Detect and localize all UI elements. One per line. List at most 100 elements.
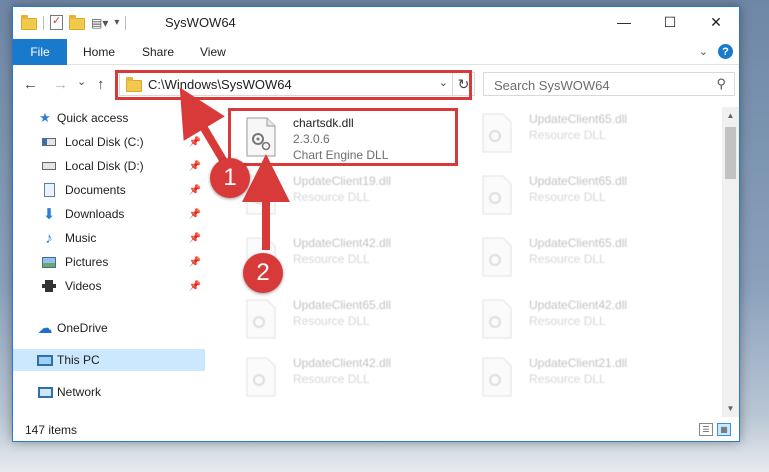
dll-file-icon bbox=[482, 237, 512, 277]
tab-file[interactable]: File bbox=[13, 39, 67, 65]
tab-home[interactable]: Home bbox=[83, 45, 115, 59]
search-box[interactable]: Search SysWOW64 ⚲ bbox=[483, 72, 735, 96]
file-description: Resource DLL bbox=[529, 372, 606, 386]
refresh-button[interactable]: ↻ bbox=[452, 72, 474, 96]
file-name: UpdateClient42.dll bbox=[293, 236, 392, 250]
address-dropdown-icon[interactable]: ⌄ bbox=[439, 76, 448, 89]
scroll-thumb[interactable] bbox=[725, 127, 736, 179]
sidebar-item-local-disk-d[interactable]: Local Disk (D:) 📌 bbox=[13, 155, 207, 177]
dll-file-icon bbox=[482, 113, 512, 153]
pin-icon[interactable]: 📌 bbox=[189, 185, 201, 196]
new-folder-icon[interactable] bbox=[69, 14, 85, 30]
chevron-down-icon[interactable]: ⌄ bbox=[699, 45, 708, 58]
dll-file-icon bbox=[246, 237, 276, 277]
file-name: UpdateClient19.dll bbox=[293, 174, 392, 188]
file-tile[interactable]: UpdateClient65.dll Resource DLL bbox=[471, 107, 707, 159]
documents-icon bbox=[41, 182, 57, 198]
sidebar-item-label: Quick access bbox=[57, 111, 129, 125]
item-count: 147 items bbox=[25, 423, 78, 437]
file-name: UpdateClient21.dll bbox=[529, 356, 628, 370]
recent-locations-button[interactable]: ⌄ bbox=[77, 75, 86, 88]
vertical-scrollbar[interactable]: ▲ ▼ bbox=[722, 107, 739, 417]
file-tile[interactable]: UpdateClient65.dll Resource DLL bbox=[471, 169, 707, 221]
search-icon[interactable]: ⚲ bbox=[716, 76, 726, 92]
file-tile[interactable]: UpdateClient42.dll Resource DLL bbox=[235, 351, 471, 403]
file-tile[interactable]: UpdateClient42.dll Resource DLL bbox=[471, 293, 707, 345]
videos-icon bbox=[41, 278, 57, 294]
quick-access-toolbar: ▤▾ ▾ bbox=[21, 14, 127, 30]
sidebar-item-documents[interactable]: Documents 📌 bbox=[13, 179, 207, 201]
file-description: Resource DLL bbox=[529, 190, 606, 204]
pin-icon[interactable]: 📌 bbox=[189, 161, 201, 172]
explorer-window: ▤▾ ▾ SysWOW64 — ☐ ✕ File Home Share View… bbox=[12, 6, 740, 442]
navigation-pane: ★ Quick access Local Disk (C:) 📌 Local D… bbox=[13, 103, 209, 417]
customize-toolbar-icon[interactable]: ▾ bbox=[114, 17, 119, 28]
music-icon: ♪ bbox=[45, 229, 53, 247]
sidebar-item-this-pc[interactable]: This PC bbox=[13, 349, 205, 371]
file-tile[interactable]: UpdateClient65.dll Resource DLL bbox=[471, 231, 707, 283]
sidebar-item-downloads[interactable]: ⬇ Downloads 📌 bbox=[13, 203, 207, 225]
file-name: UpdateClient42.dll bbox=[293, 356, 392, 370]
forward-button[interactable]: → bbox=[53, 76, 68, 93]
sidebar-item-quick-access[interactable]: ★ Quick access bbox=[13, 107, 207, 129]
window-controls: — ☐ ✕ bbox=[601, 7, 739, 37]
minimize-button[interactable]: — bbox=[601, 7, 647, 37]
sidebar-item-label: Music bbox=[65, 231, 97, 245]
properties-icon[interactable] bbox=[50, 14, 63, 30]
sidebar-item-music[interactable]: ♪ Music 📌 bbox=[13, 227, 207, 249]
file-name: UpdateClient42.dll bbox=[529, 298, 628, 312]
tab-view[interactable]: View bbox=[200, 45, 226, 59]
sidebar-item-videos[interactable]: Videos 📌 bbox=[13, 275, 207, 297]
scroll-down-icon[interactable]: ▼ bbox=[722, 400, 739, 417]
sidebar-item-network[interactable]: Network bbox=[13, 381, 207, 403]
tiles-view-icon[interactable]: ▦ bbox=[717, 423, 731, 436]
pin-icon[interactable]: 📌 bbox=[189, 281, 201, 292]
drive-icon bbox=[41, 134, 57, 150]
sidebar-item-label: Local Disk (C:) bbox=[65, 135, 144, 149]
computer-icon bbox=[37, 352, 53, 368]
file-tile[interactable]: UpdateClient19.dll Resource DLL bbox=[235, 169, 471, 221]
dll-file-icon bbox=[246, 175, 276, 215]
navigation-bar: ← → ⌄ ↑ C:\Windows\SysWOW64 ⌄ ↻ Search S… bbox=[13, 67, 739, 101]
sidebar-item-pictures[interactable]: Pictures 📌 bbox=[13, 251, 207, 273]
sidebar-item-local-disk-c[interactable]: Local Disk (C:) 📌 bbox=[13, 131, 207, 153]
dll-file-icon bbox=[246, 117, 276, 157]
pin-icon[interactable]: 📌 bbox=[189, 257, 201, 268]
tab-share[interactable]: Share bbox=[142, 45, 174, 59]
file-tile[interactable]: UpdateClient21.dll Resource DLL bbox=[471, 351, 707, 403]
sidebar-item-onedrive[interactable]: ☁ OneDrive bbox=[13, 317, 207, 339]
file-name: UpdateClient65.dll bbox=[529, 236, 628, 250]
sidebar-item-label: Pictures bbox=[65, 255, 109, 269]
details-view-icon[interactable]: ☰ bbox=[699, 423, 713, 436]
up-button[interactable]: ↑ bbox=[97, 76, 105, 93]
search-input[interactable]: Search SysWOW64 bbox=[494, 78, 610, 93]
ribbon: File Home Share View ⌄ ? bbox=[13, 39, 739, 65]
address-bar[interactable]: C:\Windows\SysWOW64 ⌄ ↻ bbox=[119, 72, 475, 96]
scroll-up-icon[interactable]: ▲ bbox=[722, 107, 739, 124]
dll-file-icon bbox=[482, 357, 512, 397]
back-button[interactable]: ← bbox=[23, 76, 38, 93]
pin-icon[interactable]: 📌 bbox=[189, 209, 201, 220]
pictures-icon bbox=[41, 254, 57, 270]
network-icon bbox=[37, 384, 53, 400]
toolbar-divider bbox=[43, 15, 44, 30]
file-name: UpdateClient65.dll bbox=[529, 174, 628, 188]
dll-file-icon bbox=[482, 175, 512, 215]
file-tile[interactable]: UpdateClient65.dll Resource DLL bbox=[235, 293, 471, 345]
file-tile[interactable]: UpdateClient42.dll Resource DLL bbox=[235, 231, 471, 283]
view-toggle-icon[interactable]: ▤▾ bbox=[91, 16, 108, 30]
address-folder-icon bbox=[126, 77, 142, 92]
maximize-button[interactable]: ☐ bbox=[647, 7, 693, 37]
status-bar: 147 items ☰ ▦ bbox=[13, 419, 739, 441]
help-icon[interactable]: ? bbox=[718, 44, 733, 59]
file-description: Resource DLL bbox=[529, 314, 606, 328]
close-button[interactable]: ✕ bbox=[693, 7, 739, 37]
view-buttons: ☰ ▦ bbox=[699, 423, 731, 436]
pin-icon[interactable]: 📌 bbox=[189, 137, 201, 148]
dll-file-icon bbox=[246, 299, 276, 339]
address-path[interactable]: C:\Windows\SysWOW64 bbox=[148, 77, 292, 92]
file-tile-chartsdk[interactable]: chartsdk.dll 2.3.0.6 Chart Engine DLL bbox=[235, 111, 471, 163]
sidebar-item-label: This PC bbox=[57, 353, 100, 367]
sidebar-item-label: OneDrive bbox=[57, 321, 108, 335]
pin-icon[interactable]: 📌 bbox=[189, 233, 201, 244]
